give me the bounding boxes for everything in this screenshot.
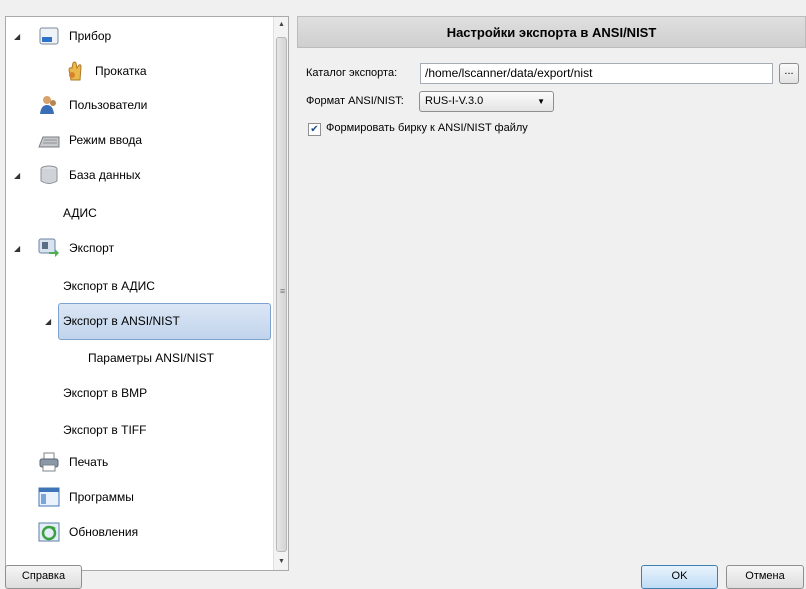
tree-item-export-adis[interactable]: Экспорт в АДИС — [63, 271, 155, 301]
tree-item-database[interactable]: ◢ База данных — [6, 160, 140, 190]
tree-item-adis[interactable]: АДИС — [63, 198, 97, 228]
tree-item-label: Экспорт в TIFF — [63, 423, 147, 437]
tree-item-label: Программы — [69, 490, 134, 504]
tag-file-checkbox-label[interactable]: Формировать бирку к ANSI/NIST файлу — [326, 122, 528, 134]
tree-item-label: Печать — [69, 455, 109, 469]
browse-button[interactable]: ... — [779, 63, 799, 84]
format-select[interactable]: RUS-I-V.3.0 ▼ — [419, 91, 554, 112]
help-button[interactable]: Справка — [5, 565, 82, 589]
tree-item-export[interactable]: ◢ Экспорт — [6, 233, 114, 263]
tree-item-label: Пользователи — [69, 98, 148, 112]
programs-window-icon — [38, 487, 60, 507]
panel-title: Настройки экспорта в ANSI/NIST — [297, 16, 806, 48]
grip-icon: ≡ — [279, 286, 286, 296]
dropdown-arrow-icon: ▼ — [537, 97, 545, 106]
tree-item-label: Прибор — [69, 29, 112, 43]
users-icon — [40, 96, 56, 114]
tree-item-print[interactable]: Печать — [6, 447, 108, 477]
fingerprint-hand-icon — [68, 61, 82, 81]
tree-item-label: Прокатка — [95, 64, 147, 78]
tree-item-label: Экспорт в BMP — [63, 386, 148, 400]
cancel-button[interactable]: Отмена — [726, 565, 804, 589]
tree-item-label: Экспорт в АДИС — [63, 279, 155, 293]
tree-item-updates[interactable]: Обновления — [6, 517, 138, 547]
keyboard-icon — [38, 136, 60, 148]
tree-item-ansi-nist-params[interactable]: Параметры ANSI/NIST — [88, 343, 214, 373]
tree-item-export-ansi-nist[interactable]: ◢ Экспорт в ANSI/NIST — [6, 306, 180, 336]
format-label: Формат ANSI/NIST: — [306, 95, 404, 107]
expand-arrow-icon[interactable]: ◢ — [14, 171, 20, 180]
export-icon — [38, 238, 59, 257]
tree-scrollbar[interactable]: ▲ ≡ ▼ — [273, 17, 288, 570]
tag-file-checkbox[interactable]: ✔ — [308, 123, 321, 136]
tree-item-users[interactable]: Пользователи — [6, 90, 147, 120]
tree-item-programs[interactable]: Программы — [6, 482, 134, 512]
scroll-down-arrow-icon[interactable]: ▼ — [274, 554, 288, 570]
tree-item-device[interactable]: ◢ Прибор — [6, 21, 111, 51]
scroll-up-arrow-icon[interactable]: ▲ — [274, 17, 288, 33]
settings-tree: ◢ Прибор Прокатка Пользователи Режим вво… — [5, 16, 289, 571]
expand-arrow-icon[interactable]: ◢ — [14, 32, 20, 41]
checkmark-icon: ✔ — [310, 124, 319, 135]
tree-item-label: База данных — [69, 168, 141, 182]
tree-item-rolling[interactable]: Прокатка — [6, 56, 147, 86]
tree-item-input-mode[interactable]: Режим ввода — [6, 125, 142, 155]
expand-arrow-icon[interactable]: ◢ — [14, 244, 20, 253]
ok-button[interactable]: OK — [641, 565, 718, 589]
printer-icon — [39, 452, 59, 472]
tree-item-label: АДИС — [63, 206, 97, 220]
tree-item-export-bmp[interactable]: Экспорт в BMP — [63, 378, 147, 408]
device-icon — [39, 27, 59, 45]
tree-item-label: Режим ввода — [69, 133, 143, 147]
scrollbar-thumb[interactable]: ≡ — [276, 37, 287, 552]
tree-item-label: Экспорт — [69, 241, 115, 255]
tree-item-export-tiff[interactable]: Экспорт в TIFF — [63, 415, 146, 445]
tree-item-label: Параметры ANSI/NIST — [88, 351, 214, 365]
database-icon — [40, 165, 58, 184]
updates-icon — [38, 522, 60, 542]
export-dir-input[interactable]: /home/lscanner/data/export/nist — [420, 63, 773, 84]
format-select-value: RUS-I-V.3.0 — [425, 95, 484, 107]
expand-arrow-icon[interactable]: ◢ — [45, 317, 51, 326]
tree-item-label: Экспорт в ANSI/NIST — [63, 314, 180, 328]
export-dir-label: Каталог экспорта: — [306, 67, 398, 79]
tree-item-label: Обновления — [69, 525, 139, 539]
